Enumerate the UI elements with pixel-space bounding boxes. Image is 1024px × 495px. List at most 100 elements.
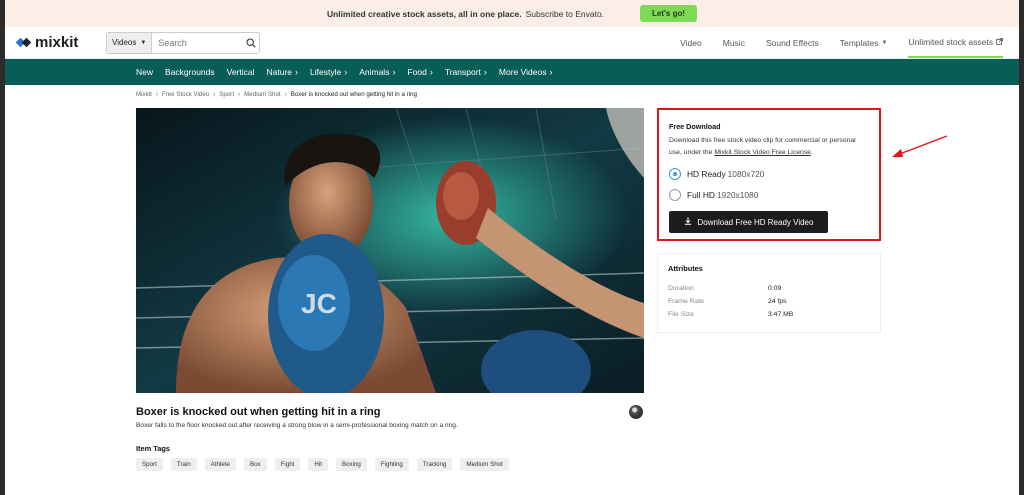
option-label: Full HD <box>687 190 715 200</box>
option-hd-ready[interactable]: HD Ready 1080x720 <box>669 168 869 180</box>
chevron-right-icon: › <box>295 67 299 77</box>
category-nature[interactable]: Nature › <box>267 67 299 77</box>
category-label: Food <box>407 67 427 77</box>
option-full-hd[interactable]: Full HD 1920x1080 <box>669 189 869 201</box>
tag-item[interactable]: Fighting <box>374 458 409 471</box>
author-avatar[interactable] <box>629 405 643 419</box>
video-description: Boxer falls to the floor knocked out aft… <box>136 422 458 429</box>
category-bar: New Backgrounds Vertical Nature › Lifesty… <box>5 59 1019 85</box>
chevron-right-icon: › <box>284 91 287 98</box>
logo-mark-icon <box>16 38 32 48</box>
tag-item[interactable]: Medium Shot <box>460 458 509 471</box>
radio-unselected-icon[interactable] <box>669 189 681 201</box>
tag-item[interactable]: Athlete <box>204 458 236 471</box>
tag-item[interactable]: Tracking <box>416 458 453 471</box>
promo-text: Subscribe to Envato. <box>525 8 605 19</box>
tags-heading: Item Tags <box>136 444 170 453</box>
external-link-icon <box>996 37 1003 47</box>
download-button-label: Download Free HD Ready Video <box>697 217 814 227</box>
free-download-panel: Free Download Download this free stock v… <box>657 108 881 241</box>
breadcrumb-item[interactable]: Sport <box>219 91 234 98</box>
breadcrumb: Mixkit › Free Stock Video › Sport › Medium … <box>136 91 417 98</box>
nav-sound-effects[interactable]: Sound Effects <box>766 27 819 58</box>
chevron-right-icon: › <box>392 67 396 77</box>
breadcrumb-item[interactable]: Medium Shot <box>244 91 280 98</box>
category-label: New <box>136 67 154 77</box>
option-label: HD Ready <box>687 169 726 179</box>
breadcrumb-item[interactable]: Mixkit <box>136 91 152 98</box>
attribute-key: Frame Rate <box>668 298 704 305</box>
page: Unlimited creative stock assets, all in … <box>5 0 1019 495</box>
chevron-right-icon: › <box>238 91 241 98</box>
category-lifestyle[interactable]: Lifestyle › <box>310 67 347 77</box>
category-animals[interactable]: Animals › <box>359 67 395 77</box>
chevron-right-icon: › <box>155 91 158 98</box>
annotation-arrow-icon <box>892 135 948 157</box>
video-frame-image: JC <box>136 108 644 393</box>
promo-text-bold: Unlimited creative stock assets, all in … <box>326 8 522 19</box>
category-backgrounds[interactable]: Backgrounds <box>165 67 215 77</box>
attribute-value: 3.47 MB <box>768 311 794 318</box>
search-type-select[interactable]: Videos ▼ <box>107 32 153 53</box>
attributes-panel: Attributes Duration 0:09 Frame Rate 24 f… <box>657 253 881 333</box>
download-description: Download this free stock video clip for … <box>669 137 856 156</box>
tag-item[interactable]: Hit <box>308 458 328 471</box>
category-label: Nature <box>266 67 293 77</box>
caret-down-icon: ▼ <box>881 39 888 46</box>
category-vertical[interactable]: Vertical <box>227 67 255 77</box>
breadcrumb-item[interactable]: Free Stock Video <box>162 91 209 98</box>
promo-cta-button[interactable]: Let's go! <box>640 5 698 22</box>
option-resolution: 1920x1080 <box>716 190 759 200</box>
nav-templates-label: Templates <box>839 37 879 48</box>
svg-text:JC: JC <box>301 288 337 319</box>
category-label: Vertical <box>226 67 255 77</box>
category-label: Backgrounds <box>165 67 215 77</box>
search-type-label: Videos <box>112 38 137 47</box>
nav-unlimited-stock-assets[interactable]: Unlimited stock assets <box>908 27 1003 58</box>
caret-down-icon: ▼ <box>140 39 147 46</box>
chevron-right-icon: › <box>344 67 348 77</box>
attribute-row: File Size 3.47 MB <box>668 311 870 318</box>
download-heading: Free Download <box>669 122 721 131</box>
breadcrumb-current: Boxer is knocked out when getting hit in… <box>290 91 417 98</box>
chevron-right-icon: › <box>549 67 553 77</box>
top-nav: Video Music Sound Effects Templates ▼ Un… <box>680 27 1003 58</box>
category-transport[interactable]: Transport › <box>445 67 487 77</box>
attributes-heading: Attributes <box>668 264 703 273</box>
search-icon[interactable] <box>243 37 259 48</box>
logo-text: mixkit <box>35 34 79 51</box>
category-new[interactable]: New <box>136 67 153 77</box>
download-button[interactable]: Download Free HD Ready Video <box>669 211 828 233</box>
category-label: Animals <box>359 67 390 77</box>
nav-music[interactable]: Music <box>723 27 745 58</box>
attribute-key: File Size <box>668 311 695 318</box>
attribute-row: Frame Rate 24 fps <box>668 298 870 305</box>
nav-templates[interactable]: Templates ▼ <box>840 27 888 58</box>
chevron-right-icon: › <box>213 91 216 98</box>
attribute-value: 24 fps <box>768 298 787 305</box>
tag-list: Sport Train Athlete Box Fight Hit Boxing… <box>136 458 509 471</box>
logo[interactable]: mixkit <box>16 34 106 51</box>
tag-item[interactable]: Train <box>170 458 197 471</box>
tag-item[interactable]: Sport <box>136 458 163 471</box>
category-more-videos[interactable]: More Videos › <box>499 67 553 77</box>
nav-video[interactable]: Video <box>680 27 702 58</box>
search-box: Videos ▼ <box>106 31 260 54</box>
option-resolution: 1080x720 <box>727 169 765 179</box>
video-title: Boxer is knocked out when getting hit in… <box>136 406 381 418</box>
license-link[interactable]: Mixkit Stock Video Free License <box>714 149 811 156</box>
category-food[interactable]: Food › <box>407 67 432 77</box>
download-icon <box>684 217 692 227</box>
tag-item[interactable]: Boxing <box>335 458 367 471</box>
search-input[interactable] <box>152 37 243 48</box>
category-label: Lifestyle <box>310 67 342 77</box>
chevron-right-icon: › <box>429 67 433 77</box>
tag-item[interactable]: Box <box>243 458 267 471</box>
category-label: Transport <box>444 67 481 77</box>
tag-item[interactable]: Fight <box>274 458 301 471</box>
chevron-right-icon: › <box>483 67 487 77</box>
attribute-value: 0:09 <box>768 285 782 292</box>
radio-selected-icon[interactable] <box>669 168 681 180</box>
video-player[interactable]: JC <box>136 108 644 393</box>
category-label: More Videos <box>498 67 547 77</box>
